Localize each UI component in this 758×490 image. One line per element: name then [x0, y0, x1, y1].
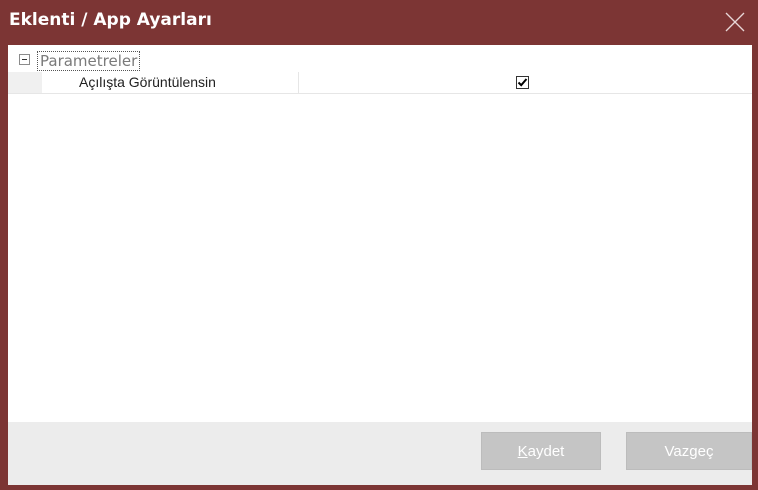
dialog-window: Eklenti / App Ayarları Parametreler Açıl…	[0, 0, 758, 490]
row-indent-gutter	[8, 72, 42, 93]
save-button[interactable]: Kaydet	[481, 432, 601, 470]
property-grid: Parametreler Açılışta Görüntülensin	[8, 45, 752, 422]
close-icon	[725, 12, 745, 32]
checkmark-icon	[517, 78, 528, 87]
property-name-cell[interactable]: Açılışta Görüntülensin	[42, 72, 299, 93]
close-button[interactable]	[712, 0, 758, 45]
save-label: aydet	[527, 442, 565, 460]
property-row[interactable]: Açılışta Görüntülensin	[8, 72, 752, 94]
show-on-open-checkbox[interactable]	[516, 76, 529, 89]
title-bar: Eklenti / App Ayarları	[0, 0, 758, 45]
button-bar: Kaydet Vazgeç	[8, 422, 752, 485]
property-name-label: Açılışta Görüntülensin	[79, 74, 216, 90]
cancel-label: Vazgeç	[664, 442, 714, 460]
property-value-cell[interactable]	[299, 72, 752, 93]
window-title: Eklenti / App Ayarları	[9, 10, 212, 30]
cancel-button[interactable]: Vazgeç	[626, 432, 752, 470]
property-group-row[interactable]: Parametreler	[8, 50, 752, 72]
group-label[interactable]: Parametreler	[37, 51, 141, 71]
save-mnemonic: K	[517, 442, 528, 460]
collapse-icon[interactable]	[19, 54, 30, 65]
dialog-content: Parametreler Açılışta Görüntülensin K ay…	[8, 45, 752, 485]
